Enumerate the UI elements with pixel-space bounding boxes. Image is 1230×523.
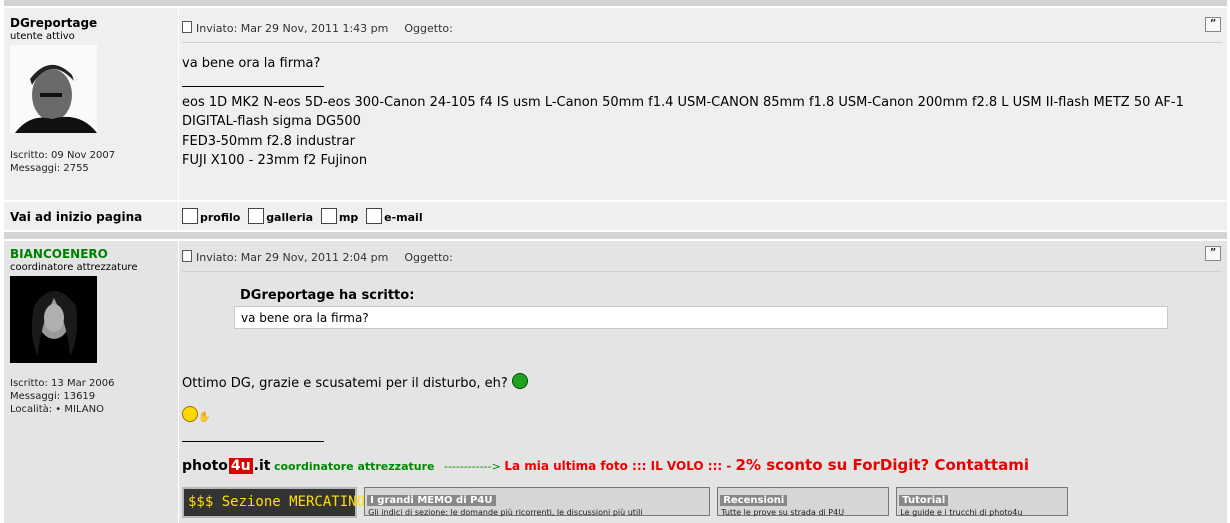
forum-thread: DGreportage utente attivo Iscritto: 09 N… [2, 0, 1228, 523]
promo-link[interactable]: 2% sconto su ForDigit? Contattami [736, 456, 1029, 474]
back-to-top-link[interactable]: Vai ad inizio pagina [10, 210, 142, 224]
banner-recensioni[interactable]: Recensioni Tutte le prove su strada di P4… [717, 487, 890, 517]
banner-recensioni-sub: Tutte le prove su strada di P4U [721, 508, 845, 517]
email-icon [366, 208, 383, 224]
post1-subject-label: Oggetto: [404, 22, 453, 35]
post1-joined: Iscritto: 09 Nov 2007 [10, 150, 116, 161]
post2-location: Località: • MILANO [10, 404, 104, 415]
smiley-icon [182, 406, 198, 422]
document-icon [182, 250, 192, 262]
banner-memo-sub: Gli indici di sezione: le domande più ri… [368, 508, 643, 517]
post1-signature-divider [182, 86, 324, 87]
post1-text: va bene ora la firma? [182, 56, 321, 71]
banner-mercatino[interactable]: $$$ Sezione MERCATINO [182, 487, 365, 518]
email-label: e-mail [384, 211, 423, 224]
post2-signature: photo 4u .it coordinatore attrezzature ---… [182, 456, 1029, 474]
post1-author-name[interactable]: DGreportage [10, 16, 97, 30]
post1-tools: profilo galleria mp e-mail [182, 208, 427, 224]
banner-mercatino-title: $$$ Sezione MERCATINO [188, 494, 366, 510]
quote-icon[interactable]: ” [1205, 17, 1221, 32]
post2-messages: Messaggi: 13619 [10, 391, 96, 402]
pm-button[interactable]: mp [320, 208, 359, 224]
logo-text-a: photo [182, 458, 228, 474]
banner-tutorial-title: Tutorial [899, 495, 949, 506]
quote-icon[interactable]: ” [1205, 246, 1221, 261]
banner-tutorial-sub: Le guide e i trucchi di photo4u [900, 508, 1023, 517]
row-separator [4, 0, 1227, 6]
photo4u-logo[interactable]: photo 4u .it [182, 458, 270, 474]
green-smiley-icon [511, 373, 528, 389]
post1-signature-line: FUJI X100 - 23mm f2 Fujinon [182, 153, 368, 168]
post1-signature-line: FED3-50mm f2.8 industrar [182, 134, 355, 149]
post2-subject-label: Oggetto: [404, 251, 453, 264]
pm-label: mp [338, 211, 359, 224]
profile-button[interactable]: profilo [182, 208, 240, 224]
post1-messages: Messaggi: 2755 [10, 163, 89, 174]
post2-header: Inviato: Mar 29 Nov, 2011 2:04 pm Oggetto… [182, 250, 453, 264]
post2-header-divider [182, 271, 1222, 272]
signature-role: coordinatore attrezzature [273, 460, 435, 473]
banner-tutorial[interactable]: Tutorial Le guide e i trucchi di photo4u [896, 487, 1069, 517]
post1-header-divider [182, 42, 1222, 43]
post2-emotes: ✋ [182, 406, 210, 428]
post2-author-rank: coordinatore attrezzature [10, 262, 138, 273]
post2-signature-divider [182, 441, 324, 442]
post2-joined: Iscritto: 13 Mar 2006 [10, 378, 115, 389]
profile-label: profilo [200, 211, 241, 224]
document-icon [182, 21, 192, 33]
banner-memo[interactable]: I grandi MEMO di P4U Gli indici di sezion… [364, 487, 711, 517]
post1-date: Inviato: Mar 29 Nov, 2011 1:43 pm [196, 22, 389, 35]
post1-avatar [10, 45, 97, 133]
post2-text-content: Ottimo DG, grazie e scusatemi per il dis… [182, 376, 508, 391]
email-button[interactable]: e-mail [366, 208, 423, 224]
signature-dash: - [722, 459, 736, 473]
post2-date: Inviato: Mar 29 Nov, 2011 2:04 pm [196, 251, 389, 264]
post2-text: Ottimo DG, grazie e scusatemi per il dis… [182, 373, 528, 394]
post1-signature-line: eos 1D MK2 N-eos 5D-eos 300-Canon 24-105… [182, 95, 1184, 110]
quote-box: va bene ora la firma? [234, 306, 1168, 329]
gallery-button[interactable]: galleria [248, 208, 313, 224]
quote-author: DGreportage ha scritto: [240, 288, 415, 303]
last-photo-link[interactable]: La mia ultima foto ::: IL VOLO ::: [504, 459, 722, 473]
post2-avatar [10, 276, 97, 363]
post1-author-rank: utente attivo [10, 31, 75, 42]
pm-icon [320, 208, 337, 224]
gallery-label: galleria [266, 211, 314, 224]
banner-recensioni-title: Recensioni [720, 495, 788, 506]
logo-text-b: 4u [228, 458, 253, 474]
logo-text-c: .it [253, 458, 271, 474]
post1-header: Inviato: Mar 29 Nov, 2011 1:43 pm Oggetto… [182, 21, 453, 35]
signature-arrow: ------------> [443, 460, 501, 473]
post2-author-name[interactable]: BIANCOENERO [10, 247, 108, 261]
signature-banners: $$$ Sezione MERCATINO I grandi MEMO di P… [182, 487, 1070, 518]
row-separator [4, 232, 1227, 239]
post1-signature-line: DIGITAL-flash sigma DG500 [182, 114, 361, 129]
profile-icon [182, 208, 198, 224]
banner-memo-title: I grandi MEMO di P4U [367, 495, 496, 506]
gallery-icon [248, 208, 265, 224]
wave-hand-icon: ✋ [198, 412, 211, 423]
